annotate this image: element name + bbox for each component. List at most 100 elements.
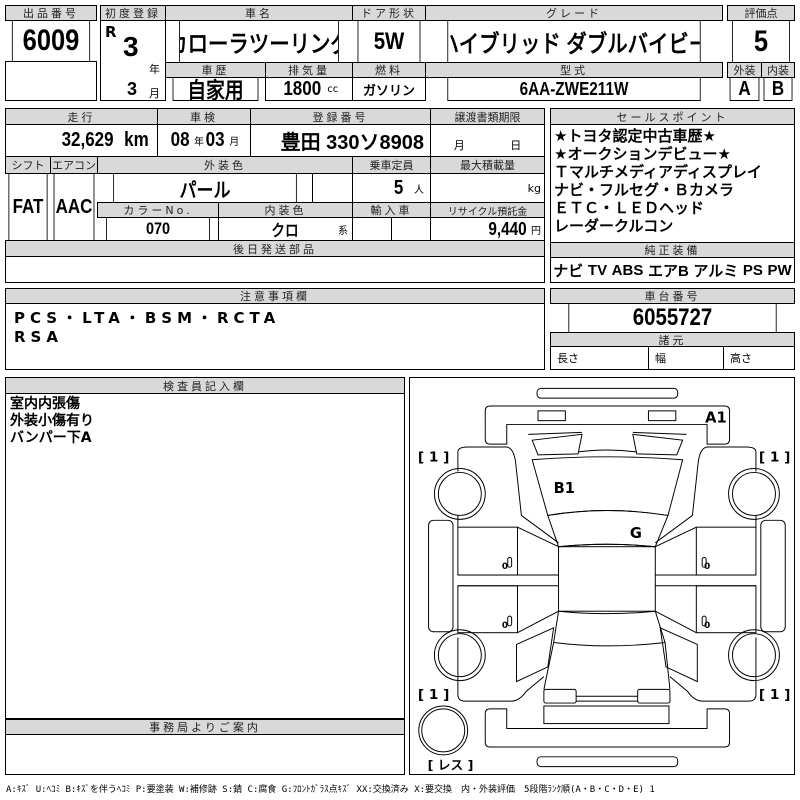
day-unit: 日 <box>510 139 522 152</box>
capacity-cell: 5人 <box>352 173 431 203</box>
sales-point: ★オークションデビュー★ <box>554 145 731 163</box>
door-type: 5W <box>357 20 421 63</box>
later-parts <box>5 256 545 283</box>
sales-points-label: セールスポイント <box>550 108 795 125</box>
int-color: クロ <box>271 223 300 240</box>
max-load-label: 最大積載量 <box>430 156 545 174</box>
office-notes <box>5 734 405 775</box>
equipment-label: 純正装備 <box>550 242 795 258</box>
person-unit: 人 <box>414 184 424 196</box>
mileage: 32,629 <box>61 129 114 151</box>
era: R <box>105 23 117 41</box>
car-name: カローラツーリング <box>179 20 339 63</box>
model-code: 6AA-ZWE211W <box>447 77 701 101</box>
notes-label: 注意事項欄 <box>5 288 545 304</box>
inspector-label: 検査員記入欄 <box>5 377 405 394</box>
displacement: 1800 <box>283 77 321 100</box>
history: 自家用 <box>172 77 259 101</box>
month-unit: 月 <box>453 139 465 152</box>
mark-front-bumper: A1 <box>705 410 727 427</box>
car-diagram-svg: A1 B1 G [ 1 ] [ 1 ] [ 1 ] [ 1 ] 0 0 0 0 … <box>418 387 791 773</box>
legend: A:ｷｽﾞ U:ﾍｺﾐ B:ｷｽﾞを伴うﾍｺﾐ P:要塗装 W:補修跡 S:錆 … <box>6 785 655 795</box>
equipment-item: ナビ <box>553 262 584 280</box>
equipment-list: ナビ TV ABS エアB アルミ PS PW <box>550 257 795 283</box>
ext-color-extra <box>312 173 353 203</box>
recycle-fee: 9,440 <box>488 218 527 239</box>
notes: PCS・LTA・BSM・RCTA RSA <box>5 303 545 370</box>
grade: ハイブリッド ダブルバイビー <box>447 20 701 63</box>
mark-hood: B1 <box>554 480 575 497</box>
interior-label: 内装 <box>761 62 795 78</box>
tire-front-left: [ 1 ] <box>418 450 450 466</box>
year-unit: 年 <box>149 63 160 76</box>
damage-diagram: A1 B1 G [ 1 ] [ 1 ] [ 1 ] [ 1 ] 0 0 0 0 … <box>409 377 795 775</box>
year-unit: 年 <box>194 137 204 148</box>
tire-rear-left: [ 1 ] <box>418 687 450 703</box>
import-cell-1 <box>352 217 392 241</box>
interior-grade: B <box>763 77 793 101</box>
capacity-label: 乗車定員 <box>352 156 431 174</box>
grade-label: グレード <box>425 5 723 21</box>
shift: FAT <box>8 173 48 241</box>
spare-tire-label: [ レス ] <box>428 758 474 773</box>
inspection-label: 車検 <box>157 108 251 125</box>
exterior-grade: A <box>729 77 760 101</box>
color-no-label: カラーNo. <box>97 202 219 218</box>
chassis-label: 車台番号 <box>550 288 795 304</box>
mark-windshield: G <box>630 525 642 542</box>
later-parts-label: 後日発送部品 <box>5 240 545 257</box>
shift-label: シフト <box>5 156 51 174</box>
equipment-item: TV <box>587 261 608 279</box>
tire-rear-right: [ 1 ] <box>759 687 791 703</box>
lot-blank <box>5 61 97 101</box>
displacement-cell: 1800 cc <box>265 77 353 101</box>
equipment-item: アルミ <box>693 262 739 280</box>
cc-unit: cc <box>327 83 339 95</box>
door-mark: 0 <box>704 621 710 631</box>
sales-points: ★トヨタ認定中古車歴★ ★オークションデビュー★ Ｔマルチメディアディスプレイ … <box>550 124 795 243</box>
model-label: 型式 <box>425 62 723 78</box>
aircon: AAC <box>53 173 95 241</box>
recycle-cell: 9,440 円 <box>430 217 545 241</box>
note-line: RSA <box>14 328 63 346</box>
equipment-item: PS <box>742 261 763 279</box>
first-reg-label: 初度登録 <box>100 5 166 21</box>
inspector-line: 外装小傷有り <box>10 413 94 429</box>
lot-label: 出品番号 <box>5 5 97 21</box>
capacity: 5 <box>393 176 404 199</box>
int-color-unit: 系 <box>338 226 348 237</box>
door-mark: 0 <box>502 621 508 631</box>
inspection-cell: 08 年 03 月 <box>157 124 251 157</box>
height: 高さ <box>723 346 795 370</box>
tire-front-right: [ 1 ] <box>759 450 791 466</box>
plate-number: 豊田 330ソ8908 <box>250 124 431 157</box>
inspector-line: バンパー下A <box>10 430 92 446</box>
chassis-number: 6055727 <box>568 303 777 333</box>
month-unit: 月 <box>229 137 240 148</box>
color-no: 070 <box>106 217 210 241</box>
recycle-label: リサイクル預託金 <box>430 202 545 218</box>
import-cell-2 <box>391 217 431 241</box>
auction-sheet: 出品番号 6009 初度登録 R 3 年 3 月 車名 カローラツーリング ドア… <box>0 0 800 800</box>
width: 幅 <box>648 346 724 370</box>
score-label: 評価点 <box>727 5 795 21</box>
fuel-label: 燃料 <box>352 62 426 78</box>
yen-unit: 円 <box>531 225 541 237</box>
plate-label: 登録番号 <box>250 108 431 125</box>
max-load: kg <box>430 173 545 203</box>
right-side <box>654 446 786 702</box>
car-outline <box>418 387 786 768</box>
door-label: ドア形状 <box>352 5 426 21</box>
history-label: 車歴 <box>165 62 266 78</box>
int-color-label: 内装色 <box>218 202 353 218</box>
first-reg-month: 3 <box>127 79 138 99</box>
inspection-year: 08 <box>170 129 190 151</box>
first-reg-cell: R 3 年 3 月 <box>100 20 166 101</box>
import-label: 輸入車 <box>352 202 431 218</box>
spec-label: 諸元 <box>550 332 795 347</box>
first-reg-year: 3 <box>123 31 139 62</box>
displacement-label: 排気量 <box>265 62 353 78</box>
sales-point: ナビ・フルセグ・Ｂカメラ <box>554 181 735 199</box>
door-mark: 0 <box>502 562 508 572</box>
equipment-item: PW <box>767 261 792 279</box>
